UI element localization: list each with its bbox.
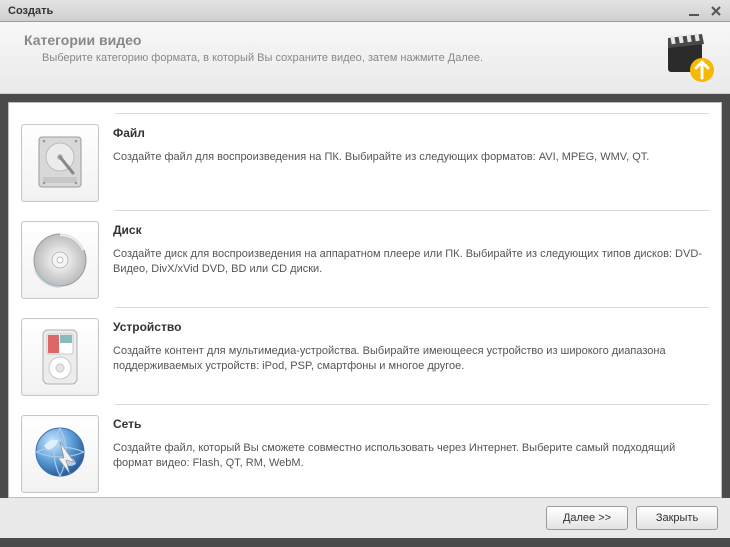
network-icon xyxy=(30,424,90,484)
window-title: Создать xyxy=(8,5,682,17)
header: Категории видео Выберите категорию форма… xyxy=(0,22,730,94)
category-network-button[interactable] xyxy=(21,415,99,493)
disc-icon xyxy=(30,230,90,290)
category-network-description: Создайте файл, который Вы сможете совмес… xyxy=(113,441,709,471)
category-file-description: Создайте файл для воспроизведения на ПК.… xyxy=(113,150,709,165)
divider xyxy=(115,307,709,308)
category-network-title: Сеть xyxy=(113,417,709,431)
close-window-button[interactable] xyxy=(706,3,726,19)
minimize-button[interactable] xyxy=(684,3,704,19)
minimize-icon xyxy=(688,5,700,17)
category-file-title: Файл xyxy=(113,126,709,140)
category-device-description: Создайте контент для мультимедиа-устройс… xyxy=(113,344,709,374)
category-disc-title: Диск xyxy=(113,223,709,237)
category-device-button[interactable] xyxy=(21,318,99,396)
footer: Далее >> Закрыть xyxy=(0,498,730,538)
divider xyxy=(115,404,709,405)
close-button[interactable]: Закрыть xyxy=(636,506,718,530)
close-icon xyxy=(710,5,722,17)
header-title: Категории видео xyxy=(24,32,710,48)
category-disc-button[interactable] xyxy=(21,221,99,299)
divider xyxy=(115,210,709,211)
category-file: Файл Создайте файл для воспроизведения н… xyxy=(15,118,715,206)
hdd-icon xyxy=(33,133,87,193)
header-subtitle: Выберите категорию формата, в который Вы… xyxy=(42,52,710,64)
title-bar: Создать xyxy=(0,0,730,22)
divider xyxy=(115,113,709,114)
category-file-button[interactable] xyxy=(21,124,99,202)
category-network: Сеть Создайте файл, который Вы сможете с… xyxy=(15,409,715,497)
clapperboard-icon xyxy=(662,32,714,84)
category-disc: Диск Создайте диск для воспроизведения н… xyxy=(15,215,715,303)
category-device: Устройство Создайте контент для мультиме… xyxy=(15,312,715,400)
category-list: Файл Создайте файл для воспроизведения н… xyxy=(8,102,722,498)
next-button[interactable]: Далее >> xyxy=(546,506,628,530)
device-icon xyxy=(33,326,87,388)
category-disc-description: Создайте диск для воспроизведения на апп… xyxy=(113,247,709,277)
category-device-title: Устройство xyxy=(113,320,709,334)
